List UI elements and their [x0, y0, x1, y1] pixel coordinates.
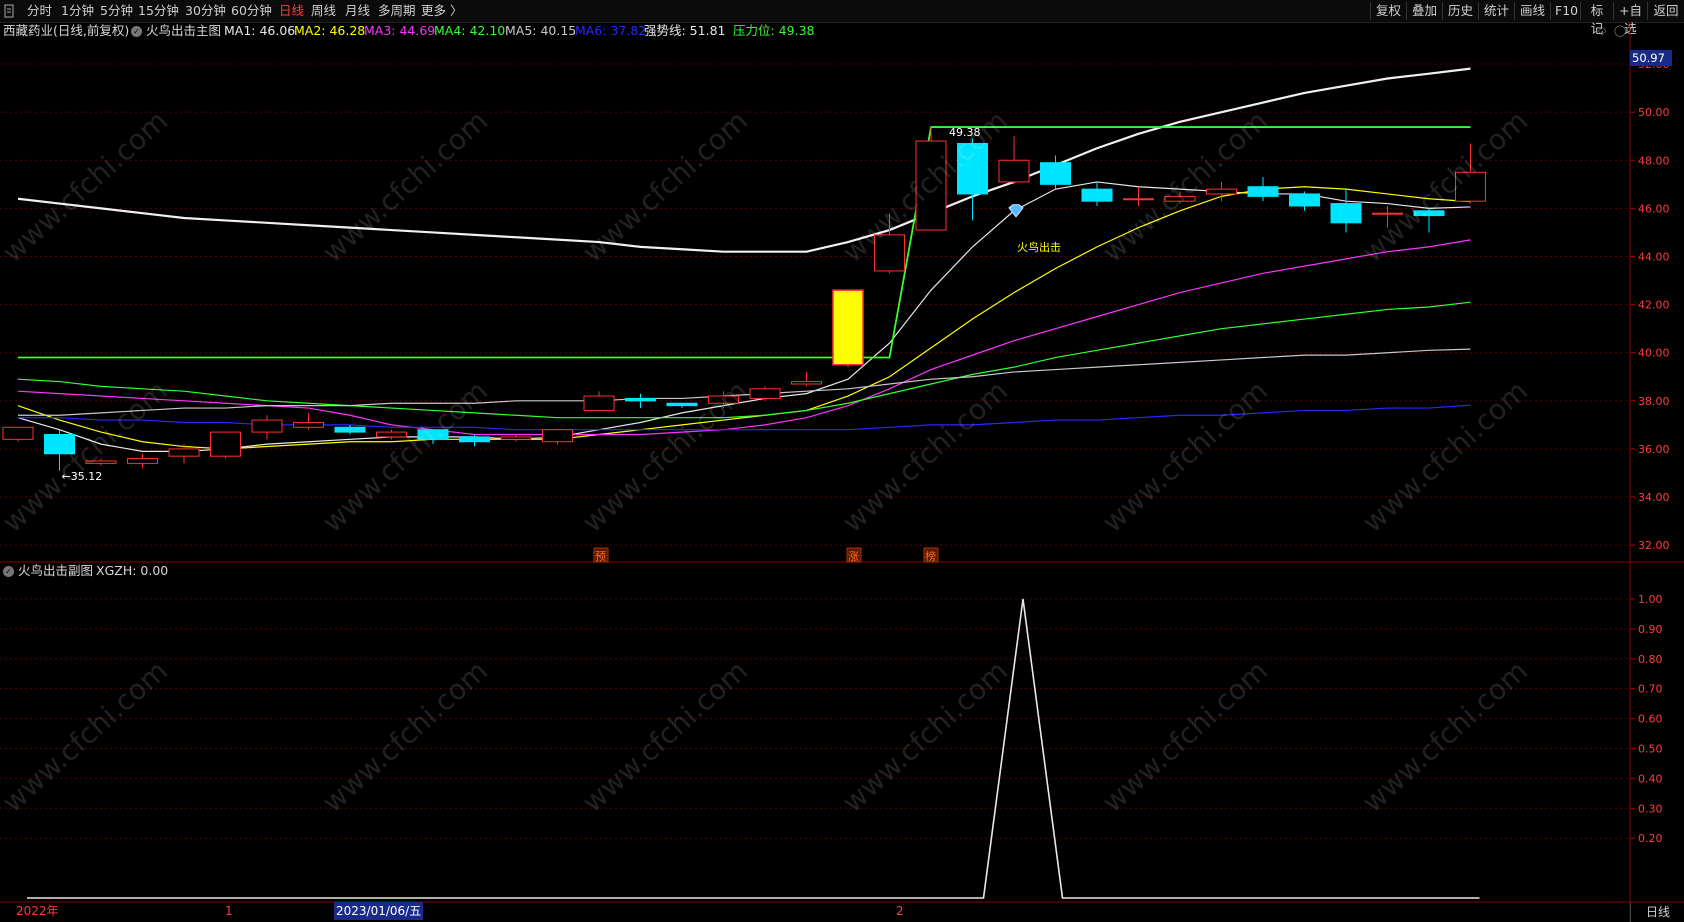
signal-label: 火鸟出击: [1017, 240, 1061, 254]
candle-body: [210, 431, 241, 457]
marker-label: 涨: [848, 550, 859, 563]
sub-axis-tick-label: 0.20: [1638, 832, 1663, 845]
candle-body: [666, 402, 698, 407]
candle-body: [583, 395, 615, 411]
pressure-line: [18, 126, 1471, 359]
period-tab-daily[interactable]: 日线: [1630, 902, 1684, 922]
main-axis-tick-label: 40.00: [1638, 347, 1670, 360]
marker-label: 榜: [925, 549, 936, 563]
main-axis-tick-label: 32.00: [1638, 539, 1670, 552]
candle-body: [1206, 188, 1237, 195]
main-axis-tick-label: 46.00: [1638, 202, 1670, 215]
candle-body: [542, 429, 573, 443]
main-axis-tick-label: 44.00: [1638, 250, 1670, 263]
sub-axis-tick-label: 1.00: [1638, 593, 1663, 606]
candle-body: [791, 381, 822, 385]
candle-body: [127, 458, 158, 464]
candle-body: [998, 159, 1030, 183]
main-axis-tick-label: 34.00: [1638, 491, 1670, 504]
main-axis-tick-label: 36.00: [1638, 443, 1670, 456]
sub-axis-tick-label: 0.60: [1638, 713, 1663, 726]
sub-axis-tick-label: 0.80: [1638, 653, 1663, 666]
main-axis-tick-label: 48.00: [1638, 154, 1670, 167]
candle-body: [1247, 186, 1279, 197]
sub-axis-tick-label: 0.50: [1638, 742, 1663, 755]
candle-body: [459, 436, 490, 443]
candle-body: [500, 436, 532, 440]
candle-body: [1040, 162, 1071, 185]
candle-body: [293, 421, 324, 428]
date-label-year: 2022年: [16, 904, 59, 918]
sub-axis-tick-label: 0.90: [1638, 623, 1663, 636]
candle-body: [251, 419, 283, 433]
main-axis-tick-label: 42.00: [1638, 299, 1670, 312]
main-axis-tick-label: 38.00: [1638, 395, 1670, 408]
candle-body-signal: [832, 289, 864, 366]
candle-body: [749, 388, 781, 399]
current-price-tag: 50.97: [1630, 50, 1672, 66]
candle-body: [1330, 203, 1362, 224]
candle-body: [1289, 193, 1320, 207]
diamond-signal-icon: [1008, 204, 1024, 218]
candle-body: [625, 397, 656, 402]
date-label-month-1: 1: [225, 904, 233, 918]
candle-body: [334, 426, 366, 433]
candle-body: [1081, 188, 1113, 202]
sub-axis-tick-label: 0.70: [1638, 683, 1663, 696]
candle-body: [168, 448, 200, 457]
sub-axis-tick-label: 0.40: [1638, 772, 1663, 785]
cursor-date-label: 2023/01/06/五: [334, 902, 424, 920]
main-axis-tick-label: 50.00: [1638, 106, 1670, 119]
sub-axis-tick-label: 0.30: [1638, 802, 1663, 815]
date-label-month-2: 2: [896, 904, 904, 918]
candle-body: [2, 426, 34, 440]
marker-label: 预: [595, 550, 606, 563]
